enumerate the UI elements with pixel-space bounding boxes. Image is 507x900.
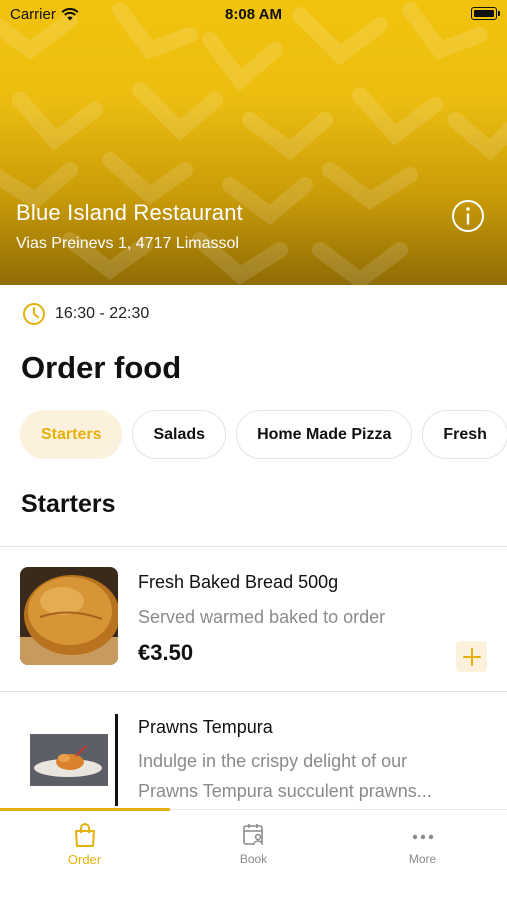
tab-book[interactable]: Book — [169, 822, 338, 866]
item-name: Fresh Baked Bread 500g — [138, 572, 339, 592]
status-time: 8:08 AM — [225, 6, 282, 23]
item-price: €3.50 — [138, 640, 194, 665]
clock-icon — [23, 303, 45, 325]
restaurant-name: Blue Island Restaurant — [16, 200, 243, 225]
item-image-prawns — [20, 712, 118, 810]
item-description: Indulge in the crispy delight of our Pra… — [138, 746, 468, 806]
category-chip-home-made-pizza[interactable]: Home Made Pizza — [236, 410, 413, 459]
add-to-cart-button[interactable] — [456, 641, 487, 672]
info-icon — [466, 207, 470, 225]
menu-item[interactable]: Prawns Tempura Indulge in the crispy del… — [0, 692, 507, 810]
more-dots-icon — [412, 834, 433, 840]
bag-icon — [74, 823, 95, 847]
item-description: Served warmed baked to order — [138, 607, 386, 627]
item-image-bread — [20, 567, 118, 665]
category-chip-fresh[interactable]: Fresh — [422, 410, 507, 459]
item-name: Prawns Tempura — [138, 717, 273, 737]
plus-icon — [462, 647, 481, 666]
tab-label: More — [408, 852, 437, 866]
battery-icon — [471, 7, 500, 20]
tab-bar: Order Book More — [0, 808, 507, 900]
tab-label: Order — [67, 852, 102, 867]
section-title: Starters — [21, 490, 116, 518]
status-bar: Carrier 8:08 AM — [0, 0, 507, 30]
calendar-person-icon — [242, 824, 263, 846]
item-description-line: Indulge in the crispy delight of our — [138, 751, 408, 771]
category-chips: Starters Salads Home Made Pizza Fresh — [20, 410, 507, 459]
restaurant-header: Carrier 8:08 AM Blue Island Restaurant V… — [0, 0, 507, 285]
item-description-line: Prawns Tempura succulent prawns... — [138, 781, 432, 801]
page-title: Order food — [21, 350, 182, 385]
restaurant-address: Vias Preinevs 1, 4717 Limassol — [16, 235, 239, 252]
info-button[interactable] — [452, 200, 484, 232]
menu-item[interactable]: Fresh Baked Bread 500g Served warmed bak… — [0, 547, 507, 691]
tab-more[interactable]: More — [338, 822, 507, 866]
opening-hours: 16:30 - 22:30 — [22, 302, 149, 326]
category-chip-salads[interactable]: Salads — [132, 410, 227, 459]
tab-indicator — [0, 808, 170, 811]
tab-label: Book — [239, 852, 268, 866]
hours-text: 16:30 - 22:30 — [55, 305, 150, 322]
category-chip-starters[interactable]: Starters — [20, 410, 123, 459]
tab-order[interactable]: Order — [0, 822, 169, 867]
